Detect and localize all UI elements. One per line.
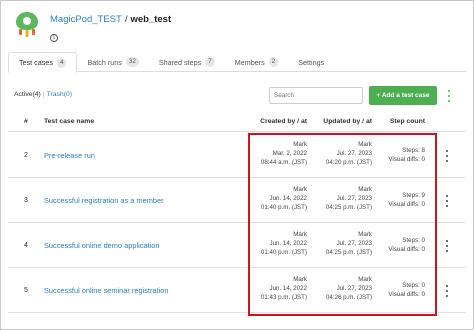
row-menu-icon[interactable] [444, 240, 450, 252]
filter-divider: | [42, 91, 45, 98]
column-header-created[interactable]: Created by / at [260, 118, 307, 125]
row-menu-icon[interactable] [444, 150, 450, 162]
tab-batch-runs[interactable]: Batch runs 32 [77, 52, 148, 72]
test-case-name-link[interactable]: Successful online seminar registration [44, 286, 168, 295]
test-case-name-link[interactable]: Successful online demo application [44, 241, 159, 250]
tab-count-badge: 4 [56, 57, 67, 68]
row-number: 4 [24, 242, 28, 249]
tab-test-cases[interactable]: Test cases 4 [8, 52, 78, 73]
column-header-updated[interactable]: Updated by / at [323, 118, 372, 125]
project-header: MagicPod_TEST / web_test i [14, 10, 171, 42]
test-case-name-link[interactable]: Successful registration as a member [44, 196, 164, 205]
tab-label: Shared steps [158, 57, 202, 67]
tab-settings[interactable]: Settings [288, 52, 334, 72]
column-header-name[interactable]: Test case name [44, 118, 94, 125]
tab-shared-steps[interactable]: Shared steps 7 [149, 52, 225, 72]
breadcrumb-separator: / [124, 14, 128, 25]
highlight-box [248, 133, 437, 316]
add-test-case-button[interactable]: + Add a test case [369, 86, 437, 105]
project-tabs: Test cases 4 Batch runs 32 Shared steps … [8, 52, 466, 73]
column-header-number: # [24, 118, 28, 125]
info-icon[interactable]: i [50, 34, 58, 42]
filter-trash[interactable]: Trash(0) [47, 91, 72, 98]
tab-label: Settings [298, 57, 325, 67]
tab-label: Members [234, 57, 265, 67]
row-number: 2 [24, 152, 28, 159]
tab-count-badge: 32 [125, 57, 139, 67]
tab-count-badge: 7 [205, 57, 215, 67]
tab-count-badge: 2 [268, 57, 279, 67]
breadcrumb: MagicPod_TEST / web_test i [50, 14, 171, 44]
status-filter: Active(4) | Trash(0) [14, 91, 72, 98]
table-header: # Test case name Created by / at Updated… [8, 112, 466, 132]
row-menu-icon[interactable] [444, 285, 450, 297]
filter-active[interactable]: Active(4) [14, 91, 41, 98]
row-menu-icon[interactable] [444, 195, 450, 207]
search-input[interactable] [269, 87, 363, 104]
column-header-step-count[interactable]: Step count [390, 118, 425, 125]
row-number: 5 [24, 287, 28, 294]
tab-label: Batch runs [87, 57, 122, 67]
breadcrumb-project[interactable]: web_test [130, 14, 171, 25]
magicpod-logo-icon [14, 10, 40, 38]
breadcrumb-org-link[interactable]: MagicPod_TEST [50, 14, 122, 25]
tab-label: Test cases [19, 58, 53, 67]
more-options-icon[interactable] [446, 90, 452, 102]
test-case-name-link[interactable]: Pre-release run [44, 151, 95, 160]
tab-members[interactable]: Members 2 [225, 52, 288, 72]
row-number: 3 [24, 197, 28, 204]
